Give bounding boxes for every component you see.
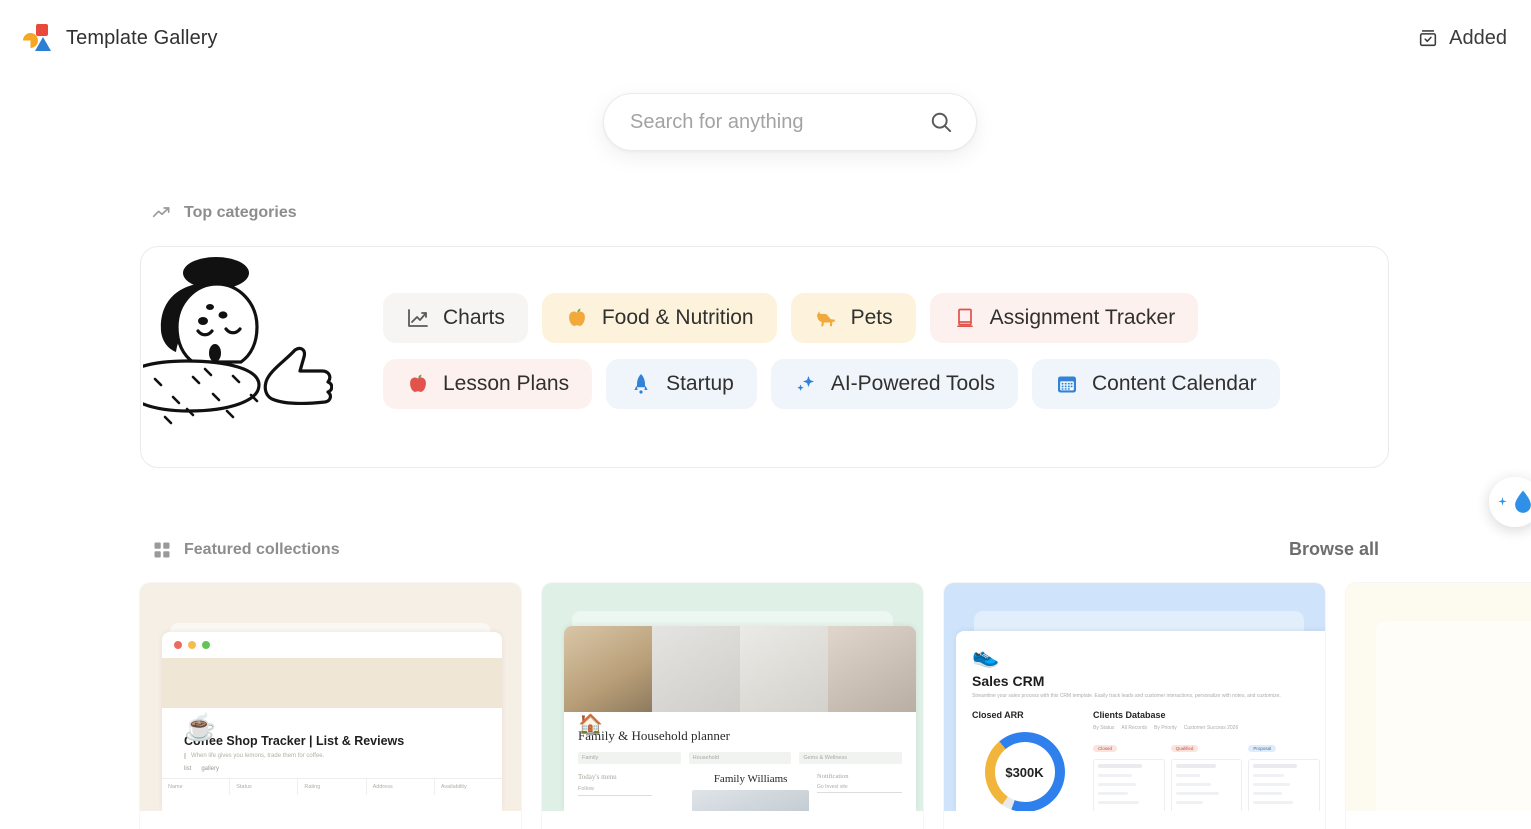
chip-label: Assignment Tracker bbox=[989, 306, 1176, 329]
preview-section: Household bbox=[688, 752, 792, 764]
preview-subtitle: Streamline your sales process with this … bbox=[972, 693, 1281, 699]
preview-subtitle: When life gives you lemons, trade them f… bbox=[184, 753, 480, 759]
line-chart-icon bbox=[408, 309, 428, 327]
preview-photo-strip bbox=[564, 626, 916, 712]
apple-icon bbox=[568, 308, 585, 326]
status-badge: Qualified bbox=[1170, 745, 1199, 752]
preview-heading: Coffee Shop Tracker | List & Reviews bbox=[184, 734, 405, 748]
top-categories-text: Top categories bbox=[184, 204, 297, 221]
notion-template-gallery-logo-icon bbox=[22, 23, 52, 53]
category-chip-lesson-plans[interactable]: Lesson Plans bbox=[383, 359, 593, 409]
card-body: From Chaos to Calm: Back-to-School Templ… bbox=[542, 811, 923, 829]
archive-check-icon bbox=[1420, 30, 1437, 47]
sparkles-icon bbox=[797, 376, 814, 391]
category-chip-startup[interactable]: Startup bbox=[606, 359, 757, 409]
search-bar[interactable] bbox=[603, 93, 977, 151]
preview-heading: Family & Household planner bbox=[578, 728, 731, 743]
collection-card[interactable]: ☕ Coffee Shop Tracker | List & Reviews W… bbox=[140, 583, 521, 829]
preview-view: Customer Success 2026 bbox=[1183, 725, 1239, 731]
status-badge: Proposal bbox=[1248, 745, 1277, 752]
grid-icon bbox=[154, 542, 170, 557]
red-apple-icon bbox=[410, 374, 426, 392]
chip-label: Charts bbox=[443, 306, 505, 329]
preview-button: Follow bbox=[578, 786, 653, 796]
category-chip-charts[interactable]: Charts bbox=[383, 293, 528, 343]
preview-section: Family bbox=[578, 752, 681, 764]
preview-tab: gallery bbox=[201, 766, 220, 772]
category-chip-ai-powered-tools[interactable]: AI-Powered Tools bbox=[770, 359, 1019, 409]
featured-collections-header: Featured collections Browse all bbox=[152, 539, 1379, 560]
preview-column: Availability bbox=[440, 784, 467, 790]
preview-block: Notification bbox=[817, 773, 849, 780]
preview-view: By Priority bbox=[1153, 725, 1177, 731]
chip-label: Pets bbox=[850, 306, 893, 329]
featured-collections-list: ☕ Coffee Shop Tracker | List & Reviews W… bbox=[140, 583, 1531, 829]
top-categories-panel: Charts Food & Nutrition Pets Assignment … bbox=[140, 246, 1389, 468]
floating-assistant-button[interactable] bbox=[1489, 477, 1531, 527]
sneaker-emoji: 👟 bbox=[972, 643, 1000, 668]
preview-button: Go Invest site bbox=[817, 784, 902, 793]
search-icon[interactable] bbox=[928, 109, 954, 135]
preview-block: Family Williams bbox=[713, 773, 788, 785]
category-chip-list: Charts Food & Nutrition Pets Assignment … bbox=[383, 293, 1383, 409]
sparkle-icon bbox=[1498, 496, 1507, 506]
added-label: Added bbox=[1449, 26, 1507, 49]
water-drop-icon bbox=[1515, 490, 1531, 513]
search-input[interactable] bbox=[630, 110, 928, 134]
chip-label: Startup bbox=[666, 372, 734, 395]
card-body: Start charting: Our best Notion template… bbox=[944, 811, 1325, 829]
category-chip-food-nutrition[interactable]: Food & Nutrition bbox=[541, 293, 777, 343]
chip-label: Lesson Plans bbox=[443, 372, 570, 395]
book-icon bbox=[956, 308, 973, 328]
card-body: V… te… bbox=[1346, 811, 1531, 829]
preview-column: Status bbox=[230, 779, 299, 795]
preview-view: All Records bbox=[1121, 725, 1147, 731]
rocket-icon bbox=[634, 374, 648, 394]
house-emoji: 🏠 bbox=[578, 714, 603, 736]
preview-heading: Sales CRM bbox=[972, 673, 1045, 689]
preview-block: Today's menu bbox=[578, 773, 617, 781]
trending-up-icon bbox=[152, 207, 170, 218]
window-dots bbox=[162, 632, 502, 658]
donut-metric: $300K bbox=[1005, 764, 1044, 780]
preview-column: Name bbox=[162, 779, 231, 795]
browse-all-link[interactable]: Browse all bbox=[1289, 539, 1379, 560]
card-thumbnail: 🏠 Family & Household planner Family Hous… bbox=[542, 583, 923, 811]
preview-tab: list bbox=[184, 766, 192, 772]
preview-view: By Status bbox=[1093, 725, 1115, 731]
person-thumbs-up-illustration bbox=[143, 257, 333, 425]
chip-label: Food & Nutrition bbox=[601, 306, 754, 329]
preview-column: Address bbox=[367, 779, 435, 795]
collection-card[interactable]: 🏠 Family & Household planner Family Hous… bbox=[542, 583, 923, 829]
status-badge: Closed bbox=[1093, 745, 1118, 752]
card-thumbnail: 👟 Sales CRM Streamline your sales proces… bbox=[944, 583, 1325, 811]
collection-card[interactable]: V… te… bbox=[1346, 583, 1531, 829]
top-categories-label: Top categories bbox=[152, 203, 297, 223]
category-chip-pets[interactable]: Pets bbox=[790, 293, 916, 343]
collection-card[interactable]: 👟 Sales CRM Streamline your sales proces… bbox=[944, 583, 1325, 829]
featured-collections-text: Featured collections bbox=[184, 540, 340, 558]
closed-arr-donut-chart: $300K bbox=[984, 732, 1065, 811]
dog-icon bbox=[816, 311, 835, 327]
calendar-icon bbox=[1058, 376, 1077, 393]
category-chip-content-calendar[interactable]: Content Calendar bbox=[1032, 359, 1280, 409]
card-thumbnail bbox=[1346, 583, 1531, 811]
brand[interactable]: Template Gallery bbox=[22, 23, 218, 53]
top-bar: Template Gallery Added bbox=[0, 0, 1531, 76]
added-button[interactable]: Added bbox=[1417, 27, 1507, 50]
chip-label: AI-Powered Tools bbox=[830, 372, 996, 395]
chip-label: Content Calendar bbox=[1092, 372, 1257, 395]
preview-section: Clients Database bbox=[1093, 710, 1166, 720]
category-chip-assignment-tracker[interactable]: Assignment Tracker bbox=[929, 293, 1199, 343]
preview-section: Gems & Wellness bbox=[799, 752, 903, 764]
page-title: Template Gallery bbox=[66, 26, 218, 49]
featured-collections-label: Featured collections bbox=[152, 540, 340, 560]
card-thumbnail: ☕ Coffee Shop Tracker | List & Reviews W… bbox=[140, 583, 521, 811]
card-body: Over-Caffienated: Templates for Coffee L… bbox=[140, 811, 521, 829]
preview-column: Rating bbox=[298, 779, 367, 795]
coffee-cup-emoji: ☕ bbox=[184, 712, 217, 742]
preview-section: Closed ARR bbox=[972, 710, 1024, 720]
